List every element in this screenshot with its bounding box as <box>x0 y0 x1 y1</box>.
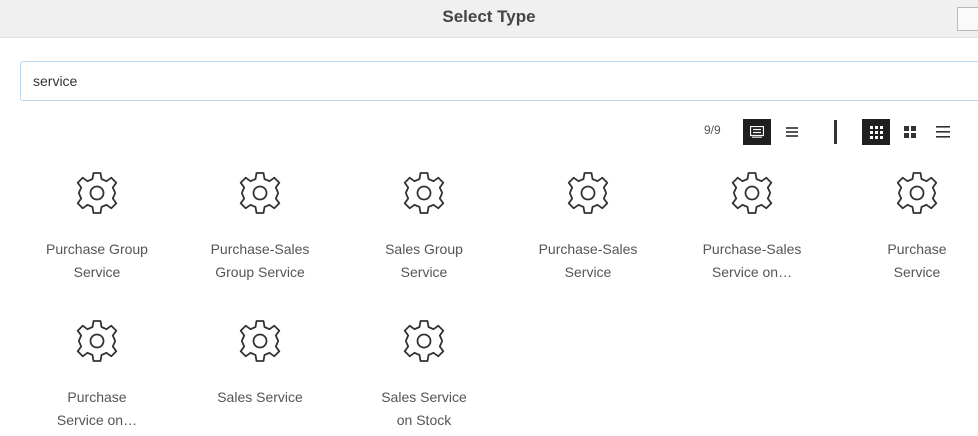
list-item[interactable]: Purchase-Sales Service on… <box>677 170 827 284</box>
item-label: Purchase Service <box>887 241 947 280</box>
list-item[interactable]: Purchase-Sales Group Service <box>185 170 335 284</box>
search-input[interactable] <box>20 61 978 101</box>
list-compact-button[interactable] <box>778 119 806 145</box>
list-view-button[interactable] <box>929 119 957 145</box>
item-label: Purchase Service on… <box>56 389 138 428</box>
item-label: Purchase-Sales Service <box>538 241 638 280</box>
dialog-title: Select Type <box>442 7 536 26</box>
grid-large-icon <box>869 125 883 139</box>
item-label: Purchase-Sales Group Service <box>210 241 310 280</box>
item-label: Sales Group Service <box>385 241 463 280</box>
gear-icon <box>76 320 118 362</box>
gear-icon <box>731 172 773 214</box>
grid-small-icon <box>904 126 916 138</box>
list-item[interactable]: Purchase-Sales Service <box>513 170 663 284</box>
list-item[interactable]: Sales Service <box>185 318 335 409</box>
gear-icon <box>403 172 445 214</box>
list-item[interactable]: Purchase Service on… <box>22 318 172 432</box>
list-item[interactable]: Sales Service on Stock <box>349 318 499 432</box>
item-label: Sales Service on Stock <box>381 389 467 428</box>
item-label: Purchase Group Service <box>46 241 148 280</box>
list-lines-icon <box>936 126 950 138</box>
gear-icon <box>896 172 938 214</box>
list-item[interactable]: Purchase Service <box>842 170 978 284</box>
gear-icon <box>403 320 445 362</box>
gear-icon <box>567 172 609 214</box>
compact-list-icon <box>786 127 798 137</box>
gear-icon <box>239 172 281 214</box>
large-grid-button[interactable] <box>862 119 890 145</box>
dialog-titlebar: Select Type <box>0 0 978 38</box>
toolbar-divider <box>834 120 837 144</box>
card-view-button[interactable] <box>743 119 771 145</box>
item-label: Purchase-Sales Service on… <box>702 241 802 280</box>
card-list-icon <box>750 126 764 138</box>
item-label: Sales Service <box>217 389 303 405</box>
gear-icon <box>239 320 281 362</box>
small-grid-button[interactable] <box>896 119 924 145</box>
list-item[interactable]: Purchase Group Service <box>22 170 172 284</box>
list-item[interactable]: Sales Group Service <box>349 170 499 284</box>
gear-icon <box>76 172 118 214</box>
close-button[interactable] <box>957 7 978 31</box>
result-count: 9/9 <box>704 123 721 137</box>
